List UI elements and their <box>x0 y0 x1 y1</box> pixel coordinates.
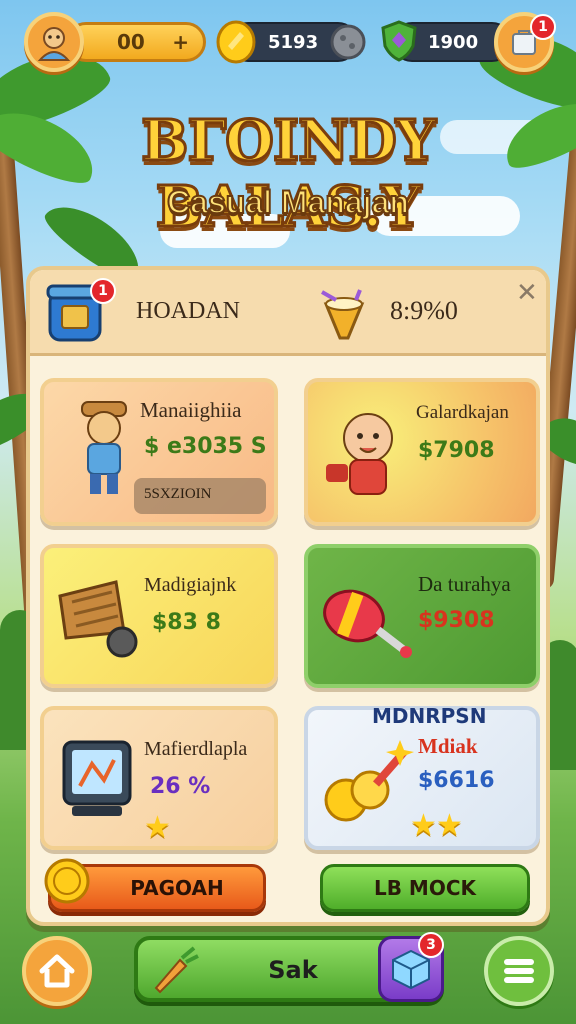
level-plus-button[interactable]: + <box>172 30 189 54</box>
panel-header-badge: 1 <box>90 278 116 304</box>
card-4-name: Da turahya <box>418 572 511 596</box>
farmer-character-icon <box>81 401 127 494</box>
coin-wand-icon <box>324 740 414 822</box>
star-icon: ★ <box>144 810 171 845</box>
panel-header-label: HOADAN <box>136 298 240 324</box>
panel-header: 1 HOADAN 8:9%0 ✕ <box>30 270 546 356</box>
card-4-price: $9308 <box>418 608 495 633</box>
star-icon: ★ <box>436 808 463 843</box>
card-5-price: 26 % <box>150 774 211 799</box>
card-5-name: Mafierdlapla <box>144 738 248 760</box>
menu-button[interactable] <box>484 936 554 1006</box>
star-icon: ★ <box>410 808 437 843</box>
close-icon[interactable]: ✕ <box>516 278 538 308</box>
player-avatar[interactable] <box>24 12 84 72</box>
home-icon <box>39 954 75 988</box>
level-bar: 00 + <box>66 22 206 62</box>
card-3-price: $83 8 <box>152 610 221 635</box>
panel-header-value: 8:9%0 <box>390 296 458 325</box>
stone-ore-icon[interactable] <box>328 22 368 62</box>
box-shop-badge: 3 <box>418 932 444 958</box>
shop-card-3[interactable]: Madigiajnk $83 8 <box>40 544 278 688</box>
firework-rocket-icon <box>323 589 412 658</box>
level-value: 00 <box>117 30 145 54</box>
shop-card-6[interactable]: MDNRPSN Mdiak $6616 ★ ★ <box>304 704 540 850</box>
coin-purchase-label: PAGOAH <box>130 876 224 900</box>
shop-card-5[interactable]: Mafierdlapla 26 % ★ <box>40 706 278 850</box>
profile-icon <box>37 27 71 61</box>
card-2-price: $7908 <box>418 438 495 463</box>
card-3-name: Madigiajnk <box>144 574 237 596</box>
tablet-screen-icon <box>62 740 132 816</box>
gold-coin-icon <box>216 20 256 64</box>
cart-icon <box>58 580 138 658</box>
menu-icon <box>504 959 534 983</box>
card-2-name: Galardkajan <box>416 402 509 423</box>
shop-card-1[interactable]: Manaiighiia $ e3035 S 5SXZIOIN <box>40 378 278 526</box>
unlock-button[interactable]: LB MOCK <box>320 864 530 912</box>
gold-value: 5193 <box>268 31 319 53</box>
shield-gem-icon <box>381 20 417 62</box>
shop-card-2[interactable]: Galardkajan $7908 <box>304 378 540 526</box>
gold-coin-icon <box>44 858 90 904</box>
carrot-tool-icon <box>154 946 199 994</box>
card-1-name: Manaiighiia <box>140 398 242 422</box>
card-1-price: $ e3035 S <box>144 434 267 459</box>
gem-value: 1900 <box>428 31 479 53</box>
card-6-top-label: MDNRPSN <box>372 704 487 728</box>
card-1-sub-label: 5SXZIOIN <box>144 486 212 502</box>
unlock-label: LB MOCK <box>373 876 477 900</box>
card-6-name: Mdiak <box>418 734 478 758</box>
card-6-price: $6616 <box>418 768 495 793</box>
baby-character-icon <box>326 413 393 495</box>
home-button[interactable] <box>22 936 92 1006</box>
game-subtitle: Casual Manajan <box>166 183 410 221</box>
shop-panel: 1 HOADAN 8:9%0 ✕ Manaiighiia $ e3035 S 5… <box>26 266 550 926</box>
trophy-cup-icon <box>321 289 365 340</box>
shop-card-4[interactable]: Da turahya $9308 <box>304 544 540 688</box>
notification-badge: 1 <box>530 14 556 40</box>
